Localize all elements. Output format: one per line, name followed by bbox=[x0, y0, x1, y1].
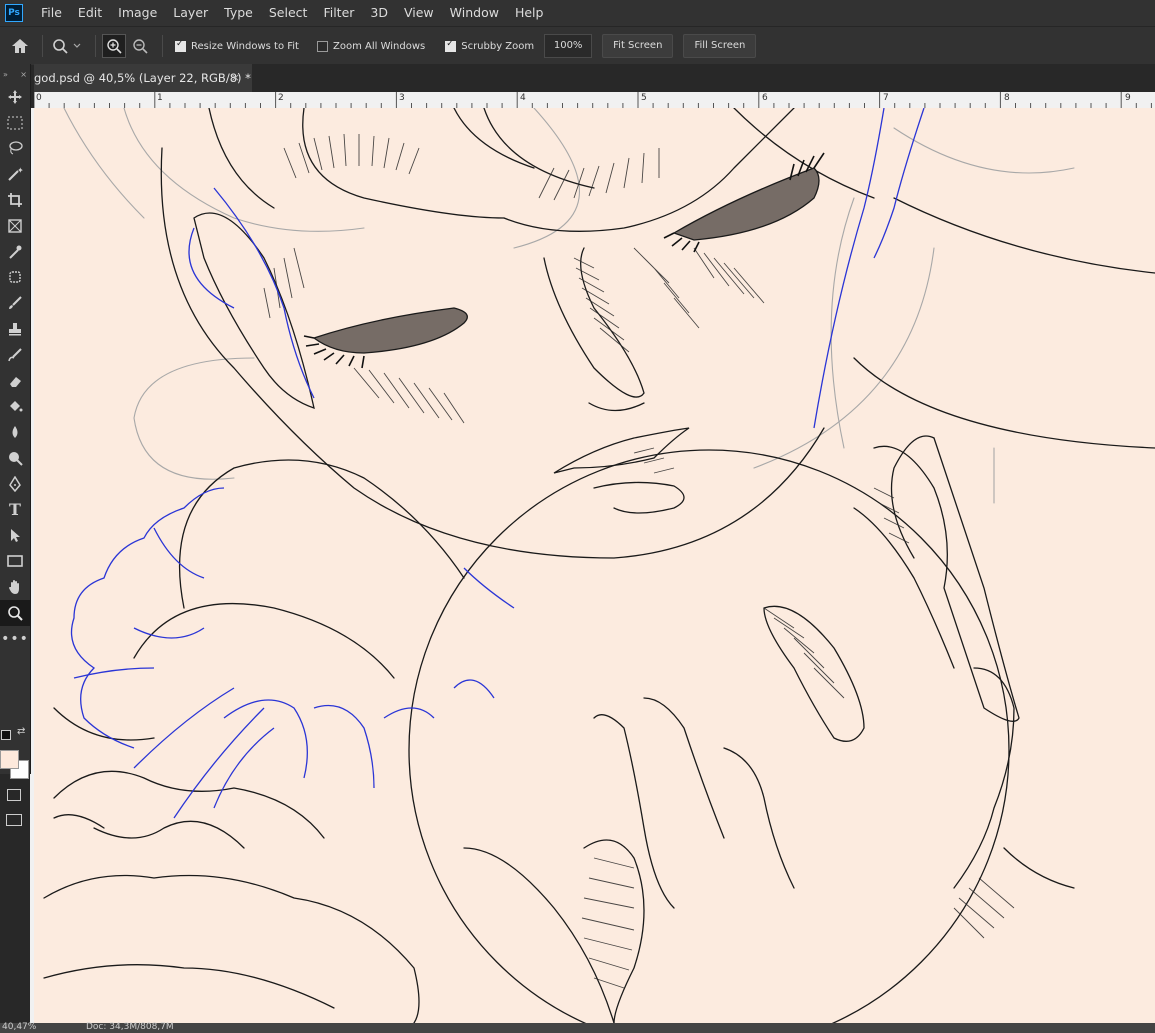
brush-icon[interactable] bbox=[0, 290, 30, 316]
menu-layer[interactable]: Layer bbox=[165, 0, 216, 26]
blur-icon[interactable] bbox=[0, 419, 30, 445]
close-icon[interactable]: × bbox=[20, 70, 27, 79]
zoom-percent-field[interactable]: 100% bbox=[544, 34, 593, 58]
scrubby-zoom-checkbox[interactable]: Scrubby Zoom bbox=[445, 39, 535, 52]
menu-edit[interactable]: Edit bbox=[70, 0, 110, 26]
zoom-in-icon[interactable] bbox=[102, 34, 126, 58]
separator bbox=[95, 35, 96, 57]
document-tab[interactable]: god.psd @ 40,5% (Layer 22, RGB/8) * × bbox=[34, 64, 252, 92]
menu-3d[interactable]: 3D bbox=[362, 0, 396, 26]
history-brush-icon[interactable] bbox=[0, 342, 30, 368]
zoom-level-readout[interactable]: 40,47% bbox=[2, 1022, 36, 1032]
close-icon[interactable]: × bbox=[231, 64, 240, 92]
healing-icon[interactable] bbox=[0, 265, 30, 291]
menu-view[interactable]: View bbox=[396, 0, 442, 26]
status-bar: 40,47% Doc: 34,3M/808,7M bbox=[0, 1022, 1155, 1033]
artwork-drawing bbox=[43, 108, 1155, 1023]
ruler-label: 7 bbox=[883, 93, 889, 103]
quick-mask-icon[interactable] bbox=[7, 789, 21, 801]
home-icon[interactable] bbox=[8, 34, 32, 58]
default-colors-icon[interactable] bbox=[1, 730, 11, 740]
ruler-label: 5 bbox=[641, 93, 647, 103]
more-icon[interactable]: ••• bbox=[0, 626, 30, 652]
lasso-icon[interactable] bbox=[0, 136, 30, 162]
magic-wand-icon[interactable]: ✦ bbox=[0, 161, 30, 187]
scrubby-zoom-label: Scrubby Zoom bbox=[461, 40, 535, 52]
fill-screen-button[interactable]: Fill Screen bbox=[683, 34, 757, 58]
resize-windows-checkbox[interactable]: Resize Windows to Fit bbox=[175, 39, 299, 52]
document-size-readout[interactable]: Doc: 34,3M/808,7M bbox=[86, 1022, 174, 1032]
menu-bar: Ps File Edit Image Layer Type Select Fil… bbox=[0, 0, 1155, 26]
separator bbox=[162, 35, 163, 57]
ruler-label: 8 bbox=[1004, 93, 1010, 103]
zoom-out-icon[interactable] bbox=[128, 34, 152, 58]
menu-filter[interactable]: Filter bbox=[315, 0, 362, 26]
checkbox-checked-icon bbox=[175, 39, 186, 52]
collapse-icon[interactable]: » bbox=[3, 70, 8, 79]
document-canvas[interactable] bbox=[34, 108, 1155, 1023]
zoom-all-windows-label: Zoom All Windows bbox=[332, 40, 426, 52]
move-icon[interactable] bbox=[0, 84, 30, 110]
eraser-icon[interactable] bbox=[0, 368, 30, 394]
ruler-label: 9 bbox=[1125, 93, 1131, 103]
hand-icon[interactable] bbox=[0, 574, 30, 600]
document-tab-title: god.psd @ 40,5% (Layer 22, RGB/8) * bbox=[34, 71, 251, 85]
ruler-label: 1 bbox=[157, 93, 163, 103]
checkbox-unchecked-icon bbox=[316, 40, 328, 52]
ruler-label: 3 bbox=[399, 93, 405, 103]
crop-icon[interactable] bbox=[0, 187, 30, 213]
screen-mode-icon[interactable] bbox=[6, 814, 22, 826]
document-tab-bar: god.psd @ 40,5% (Layer 22, RGB/8) * × bbox=[34, 64, 1155, 92]
zoom-all-windows-checkbox[interactable]: Zoom All Windows bbox=[316, 40, 426, 52]
ruler-label: 6 bbox=[762, 93, 768, 103]
horizontal-ruler[interactable]: 0 1 2 3 4 5 6 7 8 9 bbox=[34, 92, 1155, 109]
zoom-tool-preset-icon[interactable] bbox=[49, 34, 85, 58]
menu-help[interactable]: Help bbox=[507, 0, 552, 26]
dodge-icon[interactable] bbox=[0, 445, 30, 471]
options-bar: Resize Windows to Fit Zoom All Windows S… bbox=[0, 26, 1155, 65]
pen-icon[interactable] bbox=[0, 471, 30, 497]
menu-type[interactable]: Type bbox=[216, 0, 261, 26]
separator bbox=[42, 35, 43, 57]
zoom-icon[interactable] bbox=[0, 599, 30, 626]
ruler-label: 2 bbox=[278, 93, 284, 103]
resize-windows-label: Resize Windows to Fit bbox=[191, 40, 299, 52]
frame-icon[interactable] bbox=[0, 213, 30, 239]
stamp-icon[interactable] bbox=[0, 316, 30, 342]
svg-text:✦: ✦ bbox=[17, 166, 23, 175]
paint-bucket-icon[interactable] bbox=[0, 394, 30, 420]
foreground-color-swatch[interactable] bbox=[0, 750, 19, 769]
path-select-icon[interactable] bbox=[0, 523, 30, 549]
type-icon[interactable]: T bbox=[0, 497, 30, 523]
menu-image[interactable]: Image bbox=[110, 0, 165, 26]
photoshop-logo-icon[interactable]: Ps bbox=[5, 4, 23, 22]
fit-screen-button[interactable]: Fit Screen bbox=[602, 34, 674, 58]
ruler-label: 0 bbox=[36, 93, 42, 103]
rectangle-icon[interactable] bbox=[0, 548, 30, 574]
ruler-ticks bbox=[34, 92, 1152, 108]
swap-colors-icon[interactable]: ⇄ bbox=[17, 726, 25, 737]
menu-select[interactable]: Select bbox=[261, 0, 316, 26]
ruler-label: 4 bbox=[520, 93, 526, 103]
tools-panel-header[interactable]: » × bbox=[0, 64, 30, 84]
eyedropper-icon[interactable] bbox=[0, 239, 30, 265]
menu-window[interactable]: Window bbox=[442, 0, 507, 26]
menu-file[interactable]: File bbox=[33, 0, 70, 26]
marquee-icon[interactable] bbox=[0, 110, 30, 136]
checkbox-checked-icon bbox=[445, 39, 457, 52]
tools-panel: » × ✦ T ••• ⇄ bbox=[0, 64, 31, 826]
